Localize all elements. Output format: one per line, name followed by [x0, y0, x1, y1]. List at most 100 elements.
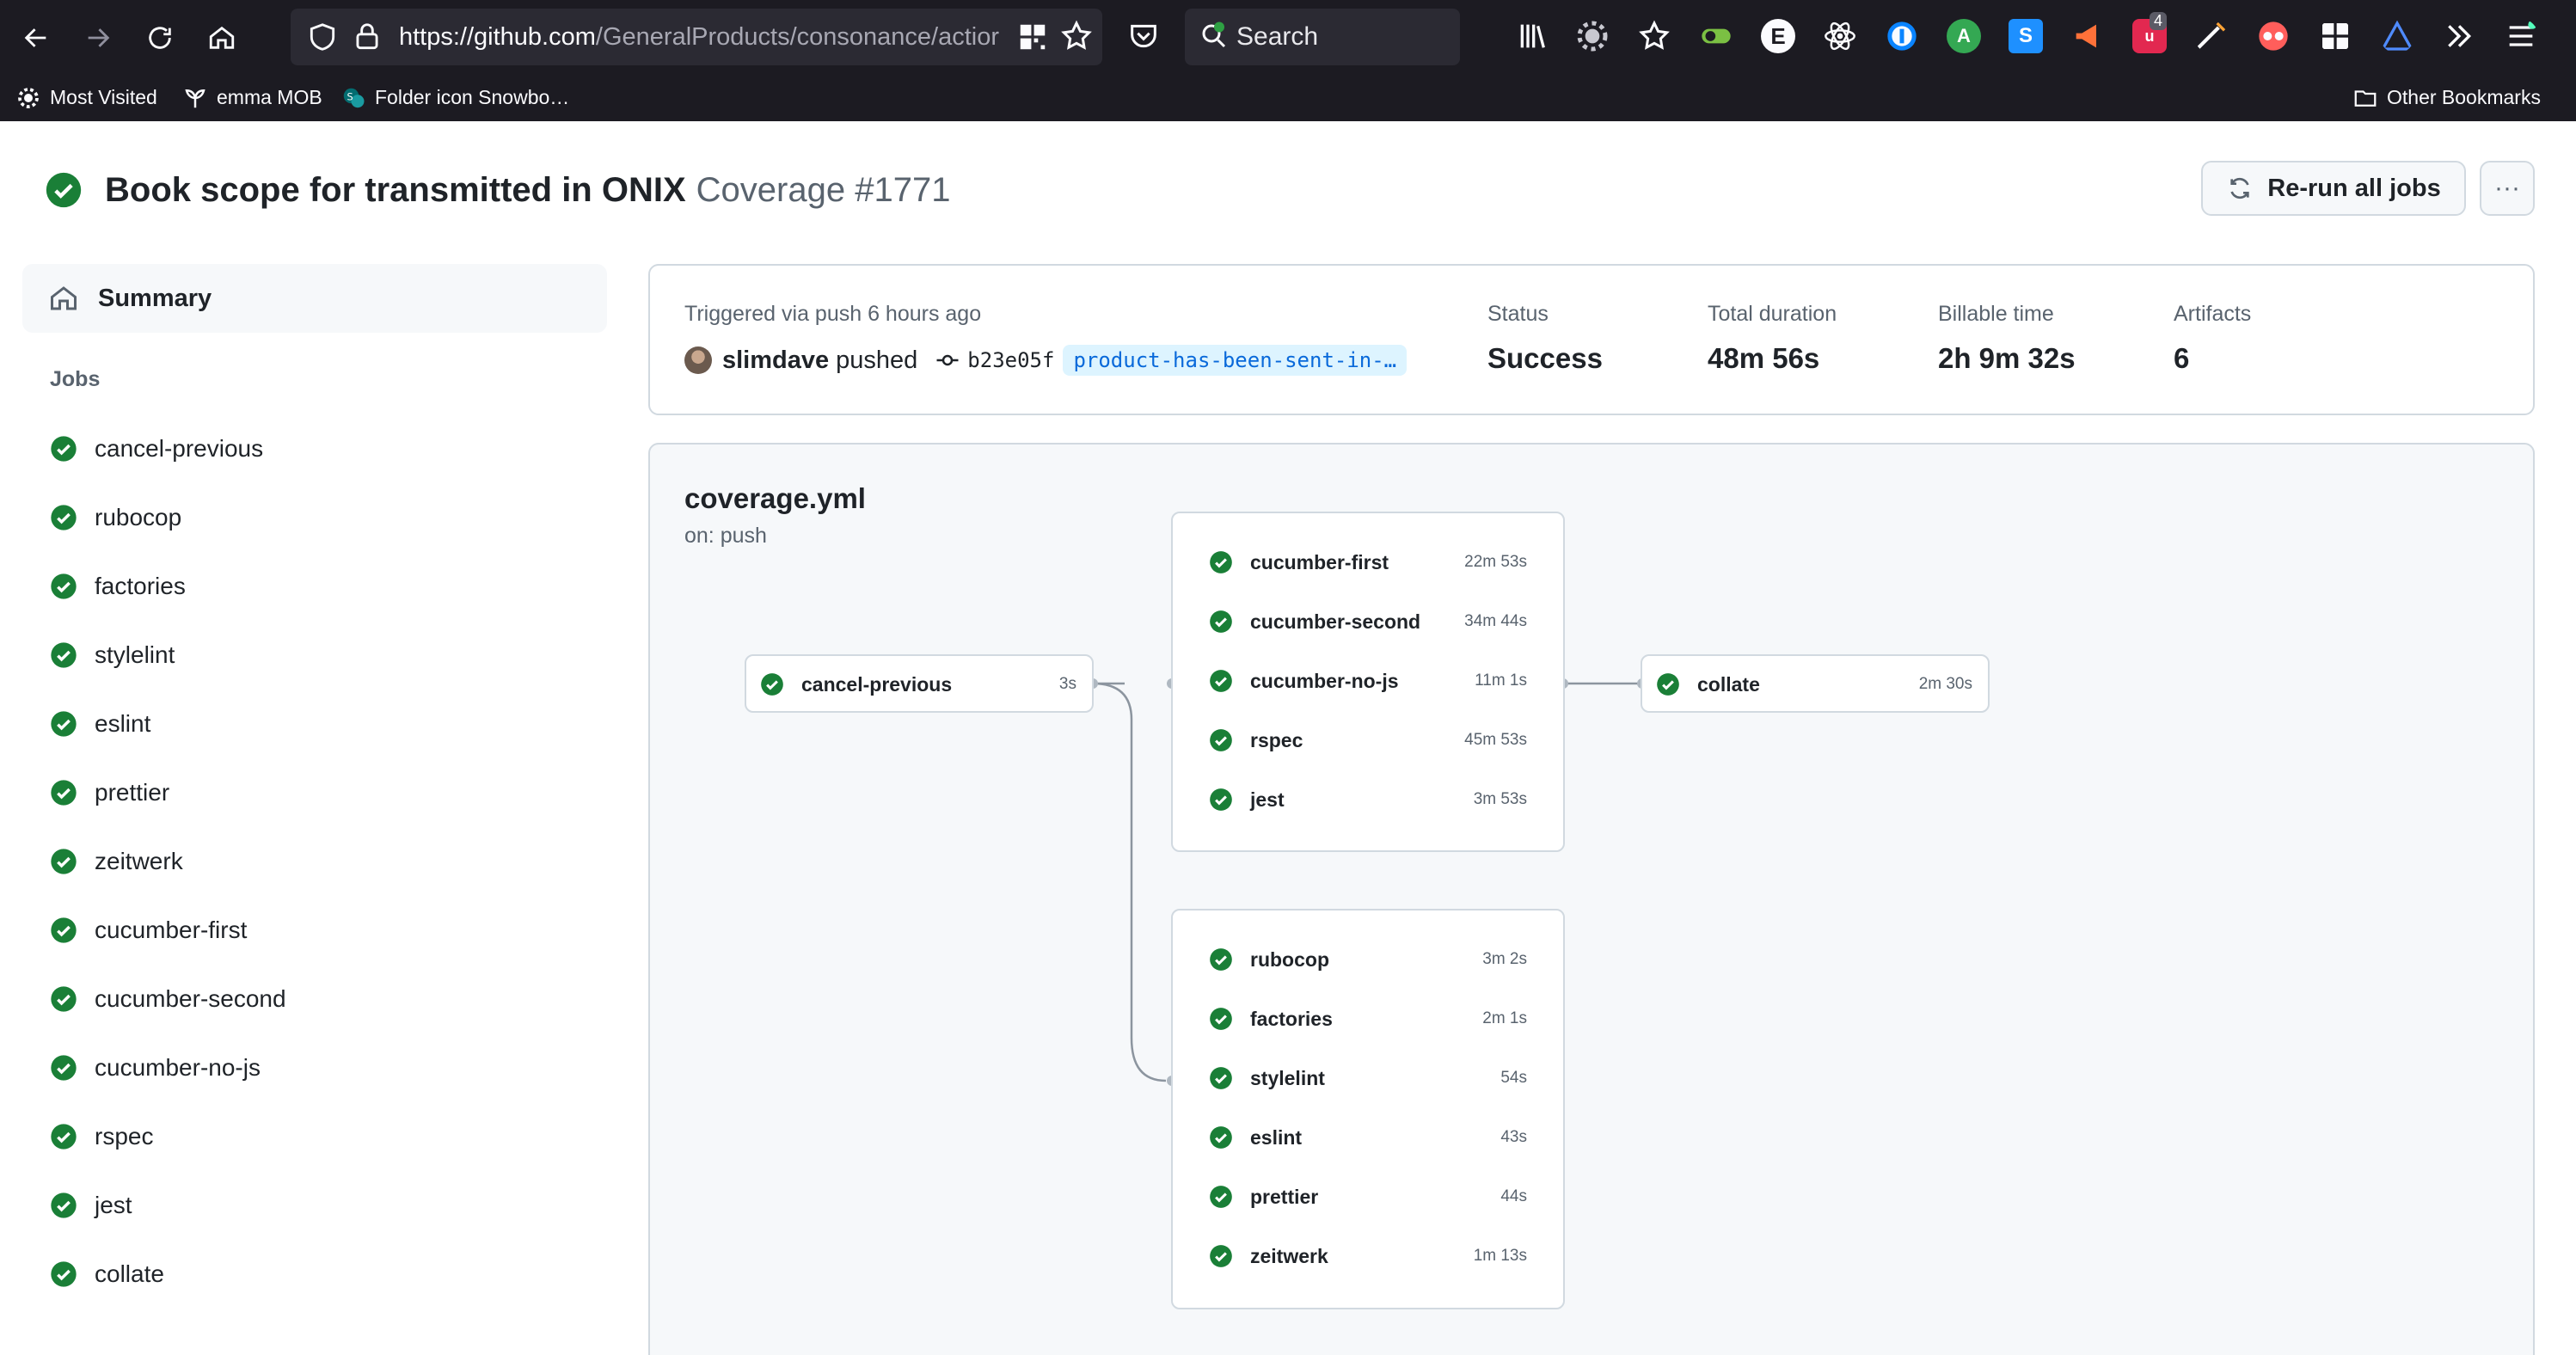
- back-button[interactable]: [15, 17, 57, 58]
- bookmark-most-visited[interactable]: Most Visited: [15, 74, 157, 121]
- graph-job-rubocop[interactable]: rubocop 3m 2s: [1173, 938, 1563, 981]
- avatar[interactable]: [684, 346, 712, 374]
- pocket-icon[interactable]: [1126, 19, 1161, 53]
- toggle-extension-icon[interactable]: [1699, 19, 1733, 53]
- graph-job-rspec[interactable]: rspec 45m 53s: [1173, 719, 1563, 762]
- success-check-icon: [51, 780, 77, 806]
- job-duration: 44s: [1500, 1187, 1527, 1205]
- success-check-icon: [1210, 1067, 1232, 1089]
- kebab-icon: ···: [2494, 174, 2520, 202]
- a-extension-icon[interactable]: A: [1947, 19, 1981, 53]
- s-extension-icon[interactable]: S: [2009, 19, 2043, 53]
- sidebar-job-item[interactable]: stylelint: [50, 638, 175, 672]
- sidebar-job-item[interactable]: factories: [50, 569, 186, 604]
- arrow-left-icon: [24, 28, 46, 47]
- e-extension-icon[interactable]: E: [1761, 19, 1795, 53]
- job-duration: 3m 2s: [1482, 950, 1527, 968]
- rerun-label: Re-run all jobs: [2267, 174, 2441, 202]
- graph-job-cucumber-first[interactable]: cucumber-first 22m 53s: [1173, 541, 1563, 584]
- more-options-button[interactable]: ···: [2480, 161, 2535, 216]
- sidebar-job-item[interactable]: cancel-previous: [50, 432, 263, 466]
- graph-job-factories[interactable]: factories 2m 1s: [1173, 997, 1563, 1040]
- job-name: prettier: [1250, 1185, 1319, 1208]
- graph-job-zeitwerk[interactable]: zeitwerk 1m 13s: [1173, 1235, 1563, 1278]
- success-check-icon: [51, 1055, 77, 1081]
- bookmark-snowbo[interactable]: S Folder icon Snowbo…: [340, 74, 569, 121]
- sidebar-job-label: jest: [95, 1192, 132, 1218]
- sidebar-job-item[interactable]: collate: [50, 1257, 164, 1291]
- sidebar-job-item[interactable]: zeitwerk: [50, 844, 183, 879]
- gear-extension-icon[interactable]: [1575, 19, 1610, 53]
- url-text[interactable]: https://github.com/GeneralProducts/conso…: [399, 9, 1001, 65]
- trigger-text: Triggered via push 6 hours ago: [684, 302, 982, 326]
- success-check-icon: [51, 1124, 77, 1150]
- sidebar-job-item[interactable]: prettier: [50, 776, 169, 810]
- url-bar[interactable]: https://github.com/GeneralProducts/conso…: [291, 9, 1102, 65]
- lock-icon[interactable]: [351, 21, 383, 53]
- bookmark-label: Most Visited: [50, 86, 157, 108]
- search-placeholder: Search: [1236, 22, 1319, 51]
- browser-toolbar: https://github.com/GeneralProducts/conso…: [0, 0, 2576, 121]
- sidebar-job-item[interactable]: cucumber-first: [50, 913, 247, 947]
- job-duration: 2m 30s: [1918, 675, 1972, 693]
- success-check-icon: [51, 849, 77, 874]
- graph-job-collate[interactable]: collate 2m 30s: [1642, 663, 1988, 706]
- stat-artifacts: Artifacts 6: [2174, 302, 2251, 375]
- graph-job-cucumber-second[interactable]: cucumber-second 34m 44s: [1173, 600, 1563, 643]
- sidebar-item-summary[interactable]: Summary: [22, 264, 607, 333]
- success-check-icon: [1210, 948, 1232, 971]
- sidebar-job-item[interactable]: rubocop: [50, 500, 181, 535]
- wand-icon[interactable]: [2194, 19, 2229, 53]
- hamburger-menu-icon[interactable]: [2504, 19, 2538, 53]
- sidebar-job-item[interactable]: eslint: [50, 707, 150, 741]
- sidebar-job-label: stylelint: [95, 641, 175, 668]
- triangle-extension-icon[interactable]: [2380, 19, 2414, 53]
- branch-label[interactable]: product-has-been-sent-in-…: [1063, 345, 1408, 376]
- job-group-cancel: cancel-previous 3s: [745, 654, 1094, 713]
- stat-value[interactable]: 2h 9m 32s: [1938, 342, 2076, 375]
- graph-job-eslint[interactable]: eslint 43s: [1173, 1116, 1563, 1159]
- apps-grid-icon[interactable]: [2318, 19, 2352, 53]
- sidebar-job-item[interactable]: rspec: [50, 1119, 153, 1154]
- search-bar[interactable]: Search: [1185, 9, 1460, 65]
- workflow-run-page: Book scope for transmitted in ONIX Cover…: [0, 121, 2576, 1355]
- home-button[interactable]: [201, 17, 242, 58]
- glasses-icon[interactable]: [2256, 19, 2291, 53]
- job-duration: 11m 1s: [1475, 671, 1527, 690]
- stat-value[interactable]: 48m 56s: [1708, 342, 1837, 375]
- success-check-icon: [1210, 1245, 1232, 1267]
- graph-job-stylelint[interactable]: stylelint 54s: [1173, 1057, 1563, 1100]
- megaphone-icon[interactable]: [2070, 19, 2105, 53]
- react-devtools-icon[interactable]: [1823, 19, 1857, 53]
- svg-text:S: S: [347, 91, 353, 102]
- qr-code-icon[interactable]: [1016, 21, 1049, 53]
- graph-job-cucumber-no-js[interactable]: cucumber-no-js 11m 1s: [1173, 659, 1563, 702]
- reload-button[interactable]: [139, 17, 181, 58]
- bookmark-emma-mob[interactable]: emma MOB: [182, 74, 322, 121]
- bookmark-star-icon[interactable]: [1059, 19, 1094, 53]
- stat-label: Total duration: [1708, 302, 1837, 326]
- star-list-icon[interactable]: [1637, 19, 1671, 53]
- shield-icon[interactable]: [306, 21, 339, 53]
- sidebar-job-item[interactable]: cucumber-second: [50, 982, 286, 1016]
- commit-sha-link[interactable]: b23e05f: [967, 348, 1054, 372]
- sidebar-job-item[interactable]: cucumber-no-js: [50, 1051, 261, 1085]
- sidebar-job-label: rspec: [95, 1123, 154, 1150]
- success-check-icon: [1657, 673, 1679, 696]
- library-icon[interactable]: [1515, 19, 1549, 53]
- sidebar-job-item[interactable]: jest: [50, 1188, 132, 1223]
- rerun-all-jobs-button[interactable]: Re-run all jobs: [2201, 161, 2466, 216]
- pusher-link[interactable]: slimdave: [722, 346, 829, 375]
- bookmark-other-bookmarks[interactable]: Other Bookmarks: [2352, 74, 2541, 121]
- graph-job-cancel-previous[interactable]: cancel-previous 3s: [746, 663, 1092, 706]
- success-check-icon: [46, 172, 82, 208]
- overflow-chevrons-icon[interactable]: [2442, 19, 2476, 53]
- stat-value[interactable]: 6: [2174, 342, 2251, 375]
- graph-job-jest[interactable]: jest 3m 53s: [1173, 778, 1563, 821]
- bookmark-label: Folder icon Snowbo…: [375, 86, 570, 108]
- job-duration: 43s: [1500, 1128, 1527, 1146]
- forward-button[interactable]: [77, 17, 119, 58]
- password-manager-icon[interactable]: [1885, 19, 1919, 53]
- graph-job-prettier[interactable]: prettier 44s: [1173, 1175, 1563, 1218]
- workflow-graph: cancel-previous 3s cucumber-first 22m 53s c…: [648, 443, 2535, 1355]
